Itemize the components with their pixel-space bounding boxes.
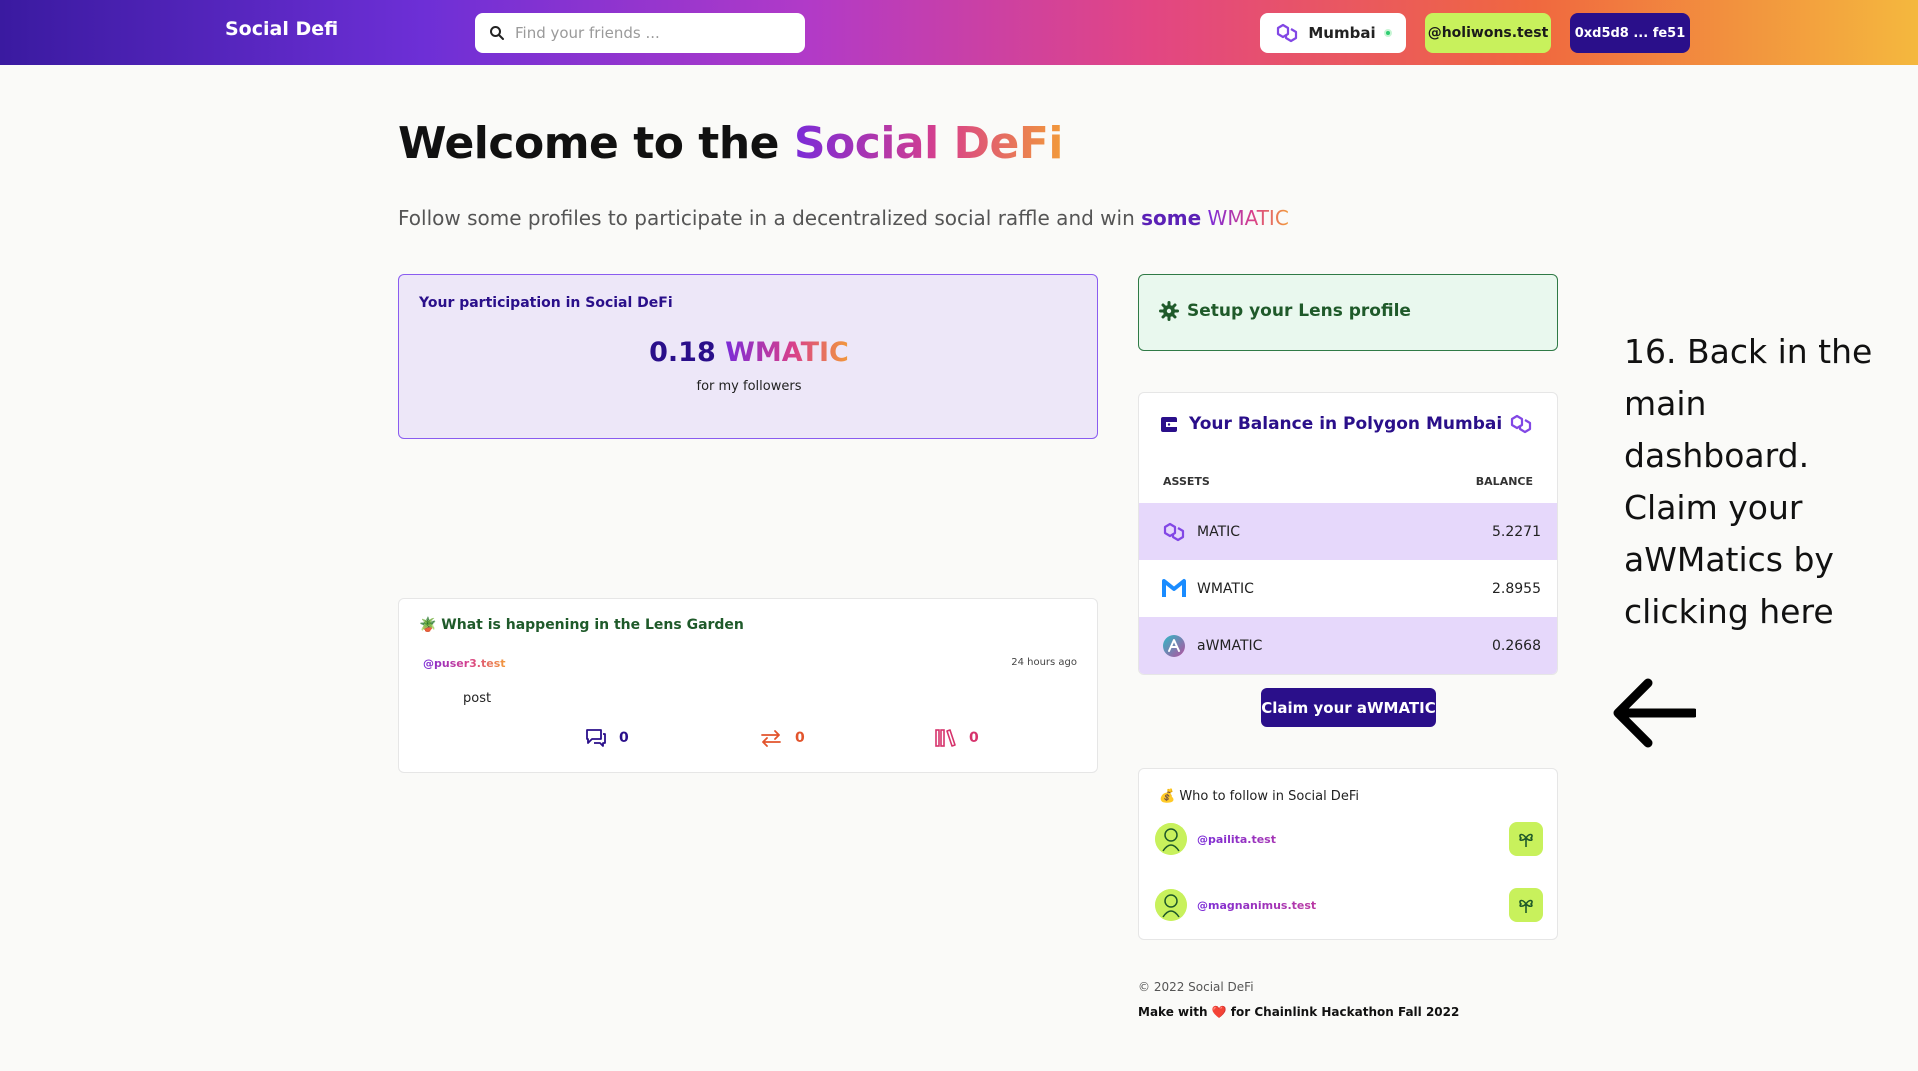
tutorial-annotation: 16. Back in the main dashboard. Claim yo… — [1624, 332, 1873, 631]
polygon-icon — [1163, 522, 1185, 541]
search-icon — [490, 26, 504, 40]
balance-title: Your Balance in Polygon Mumbai — [1189, 414, 1503, 434]
subtitle-token: WMATIC — [1207, 206, 1289, 230]
comment-icon — [586, 729, 606, 747]
participation-number: 0.18 — [649, 337, 716, 368]
left-arrow-icon — [1613, 678, 1696, 748]
claim-awmatic-button[interactable]: Claim your aWMATIC — [1261, 688, 1436, 727]
aave-icon — [1163, 634, 1185, 657]
asset-name: MATIC — [1197, 523, 1241, 540]
search-input[interactable] — [515, 13, 795, 53]
profile-handle-button[interactable]: @holiwons.test — [1425, 13, 1551, 53]
comments-count: 0 — [619, 730, 629, 746]
lens-plant-icon — [1519, 833, 1533, 847]
follow-button[interactable] — [1509, 822, 1543, 856]
asset-balance: 5.2271 — [1492, 523, 1541, 540]
table-row: aWMATIC 0.2668 — [1139, 617, 1557, 674]
title-accent: Social DeFi — [793, 118, 1064, 169]
footer-credit: Make with ❤️ for Chainlink Hackathon Fal… — [1138, 1005, 1460, 1019]
collects-stat[interactable]: 0 — [933, 727, 979, 749]
follow-title: 💰 Who to follow in Social DeFi — [1159, 789, 1359, 804]
table-row: WMATIC 2.8955 — [1139, 560, 1557, 617]
wallet-address-button[interactable]: 0xd5d8 ... fe51 — [1570, 13, 1690, 53]
collects-count: 0 — [969, 730, 979, 746]
follow-handle[interactable]: @magnanimus.test — [1197, 899, 1509, 912]
page-title: Welcome to the Social DeFi — [398, 118, 1064, 169]
top-navbar: Social Defi Mumbai @holiwons.test 0xd5d8… — [0, 0, 1918, 65]
setup-label: Setup your Lens profile — [1187, 301, 1411, 321]
collect-icon — [935, 729, 956, 747]
polygon-icon — [1277, 23, 1298, 43]
title-plain: Welcome to the — [398, 118, 794, 169]
page-subtitle: Follow some profiles to participate in a… — [398, 206, 1289, 230]
table-row: MATIC 5.2271 — [1139, 503, 1557, 560]
participation-amount: 0.18 WMATIC — [399, 337, 1099, 368]
mirrors-count: 0 — [795, 730, 805, 746]
avatar[interactable] — [1155, 889, 1187, 921]
post-time: 24 hours ago — [1011, 657, 1077, 668]
brand-logo[interactable]: Social Defi — [225, 18, 338, 40]
mirror-icon — [761, 730, 781, 747]
avatar[interactable] — [1155, 823, 1187, 855]
follow-button[interactable] — [1509, 888, 1543, 922]
participation-token: WMATIC — [725, 337, 849, 368]
assets-column-header: ASSETS — [1163, 475, 1210, 488]
network-status-dot — [1383, 29, 1392, 37]
lens-plant-icon — [1519, 899, 1533, 913]
balance-column-header: BALANCE — [1475, 475, 1533, 488]
wmatic-icon — [1162, 578, 1186, 597]
comments-stat[interactable]: 0 — [583, 727, 629, 749]
asset-balance: 0.2668 — [1492, 637, 1541, 654]
balance-card: Your Balance in Polygon Mumbai ASSETS BA… — [1138, 392, 1558, 675]
participation-label: Your participation in Social DeFi — [419, 295, 673, 311]
asset-name: aWMATIC — [1197, 637, 1263, 654]
polygon-icon — [1511, 414, 1532, 434]
feed-title: 🪴 What is happening in the Lens Garden — [419, 617, 744, 633]
mirrors-stat[interactable]: 0 — [759, 727, 805, 749]
asset-balance: 2.8955 — [1492, 580, 1541, 597]
subtitle-some: some — [1141, 206, 1202, 230]
list-item: @magnanimus.test — [1155, 887, 1543, 923]
gear-icon — [1159, 301, 1179, 321]
who-to-follow-card: 💰 Who to follow in Social DeFi @pailita.… — [1138, 768, 1558, 940]
balance-header: Your Balance in Polygon Mumbai — [1159, 413, 1534, 435]
subtitle-plain: Follow some profiles to participate in a… — [398, 206, 1142, 230]
follow-handle[interactable]: @pailita.test — [1197, 833, 1509, 846]
network-selector[interactable]: Mumbai — [1260, 13, 1406, 53]
wallet-icon — [1161, 417, 1177, 432]
post-author[interactable]: @puser3.test — [423, 657, 506, 670]
asset-name: WMATIC — [1197, 580, 1254, 597]
participation-note: for my followers — [696, 379, 802, 394]
footer-copyright: © 2022 Social DeFi — [1138, 980, 1254, 994]
participation-card: Your participation in Social DeFi 0.18 W… — [398, 274, 1098, 439]
post-content: post — [463, 691, 492, 706]
setup-lens-profile-card[interactable]: Setup your Lens profile — [1138, 274, 1558, 351]
lens-garden-feed: 🪴 What is happening in the Lens Garden @… — [398, 598, 1098, 773]
network-label: Mumbai — [1308, 24, 1376, 42]
list-item: @pailita.test — [1155, 821, 1543, 857]
search-box[interactable] — [475, 13, 805, 53]
